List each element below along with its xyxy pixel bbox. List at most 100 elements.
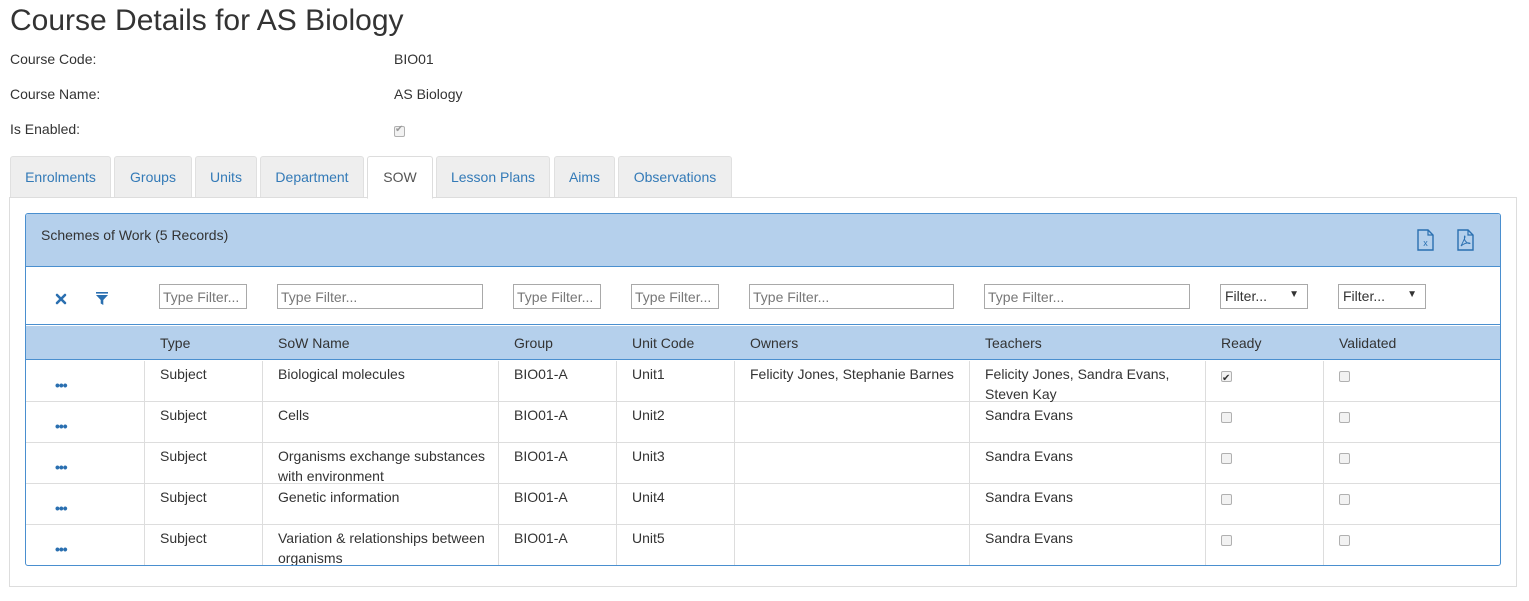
type-cell: Subject (144, 443, 262, 483)
unit-code-cell-text: Unit4 (632, 489, 665, 505)
caret-down-icon: ▼ (1289, 289, 1299, 300)
table-row: ••• Subject Variation & relationships betw… (26, 525, 1500, 565)
tab-groups[interactable]: Groups (114, 156, 192, 198)
is-enabled-label: Is Enabled: (10, 121, 81, 137)
table-row: ••• Subject Cells BIO01-A Unit2 Sandra Evans (26, 402, 1500, 443)
grid-header: Schemes of Work (5 Records) x (26, 214, 1500, 267)
ready-filter-select[interactable]: Filter... ▼ (1220, 284, 1308, 309)
validated-checkbox[interactable] (1339, 371, 1350, 383)
tab-units[interactable]: Units (195, 156, 257, 198)
clear-filter-icon[interactable] (55, 293, 67, 305)
type-cell: Subject (144, 484, 262, 524)
teachers-cell: Sandra Evans (969, 525, 1205, 565)
owners-cell (734, 525, 969, 565)
pdf-export-icon[interactable] (1455, 229, 1475, 251)
row-action-cell: ••• (26, 443, 145, 483)
teachers-cell: Sandra Evans (969, 443, 1205, 483)
type-cell-text: Subject (160, 407, 207, 423)
column-header-row: Type SoW Name Group Unit Code Owners Tea… (26, 326, 1500, 360)
excel-export-icon[interactable]: x (1415, 229, 1435, 251)
sow-name-filter-input[interactable] (277, 284, 483, 309)
group-filter-input[interactable] (513, 284, 601, 309)
is-enabled-checkbox (394, 122, 405, 138)
sow-name-cell: Variation & relationships between organi… (262, 525, 498, 565)
type-cell-text: Subject (160, 489, 207, 505)
ready-checkbox[interactable] (1221, 369, 1232, 389)
column-header-owners[interactable]: Owners (750, 335, 798, 351)
row-action-cell: ••• (26, 361, 145, 401)
ready-cell (1205, 443, 1323, 483)
sow-name-cell-text: Organisms exchange substances with envir… (278, 448, 485, 484)
table-row: ••• Subject Biological molecules BIO01-A Uni… (26, 361, 1500, 402)
validated-checkbox[interactable] (1339, 494, 1350, 506)
teachers-filter-input[interactable] (984, 284, 1190, 309)
row-action-cell: ••• (26, 484, 145, 524)
column-header-unit-code[interactable]: Unit Code (632, 335, 694, 351)
sow-name-cell: Cells (262, 402, 498, 442)
tab-observations[interactable]: Observations (618, 156, 732, 198)
validated-checkbox[interactable] (1339, 453, 1350, 465)
sow-name-cell: Biological molecules (262, 361, 498, 401)
row-actions-ellipsis-icon[interactable]: ••• (55, 539, 68, 559)
row-actions-ellipsis-icon[interactable]: ••• (55, 375, 68, 395)
ready-checkbox[interactable] (1221, 453, 1232, 465)
ready-checkbox[interactable] (1221, 494, 1232, 506)
validated-checkbox[interactable] (1339, 535, 1350, 547)
unit-code-filter-input[interactable] (631, 284, 719, 309)
validated-filter-select[interactable]: Filter... ▼ (1338, 284, 1426, 309)
column-header-teachers[interactable]: Teachers (985, 335, 1042, 351)
group-cell: BIO01-A (498, 361, 616, 401)
caret-down-icon: ▼ (1407, 289, 1417, 300)
tab-bar: Enrolments Groups Units Department SOW L… (10, 156, 1517, 199)
ready-checkbox[interactable] (1221, 535, 1232, 547)
row-actions-ellipsis-icon[interactable]: ••• (55, 498, 68, 518)
column-header-group[interactable]: Group (514, 335, 553, 351)
group-cell-text: BIO01-A (514, 530, 568, 546)
unit-code-cell-text: Unit2 (632, 407, 665, 423)
validated-cell (1323, 443, 1500, 483)
type-cell: Subject (144, 402, 262, 442)
tab-department[interactable]: Department (260, 156, 364, 198)
course-name-label: Course Name: (10, 86, 101, 102)
funnel-icon[interactable] (95, 291, 109, 306)
validated-cell (1323, 484, 1500, 524)
validated-cell (1323, 402, 1500, 442)
unit-code-cell: Unit2 (616, 402, 734, 442)
owners-cell-text: Felicity Jones, Stephanie Barnes (750, 366, 954, 382)
column-header-ready[interactable]: Ready (1221, 335, 1261, 351)
ready-checkbox[interactable] (1221, 412, 1232, 424)
row-actions-ellipsis-icon[interactable]: ••• (55, 457, 68, 477)
table-row: ••• Subject Genetic information BIO01-A Unit… (26, 484, 1500, 525)
unit-code-cell-text: Unit5 (632, 530, 665, 546)
schemes-of-work-grid: Schemes of Work (5 Records) x Filter... … (25, 213, 1501, 566)
unit-code-cell-text: Unit3 (632, 448, 665, 464)
unit-code-cell: Unit4 (616, 484, 734, 524)
teachers-cell-text: Felicity Jones, Sandra Evans, Steven Kay (985, 366, 1170, 402)
type-filter-input[interactable] (159, 284, 247, 309)
ready-cell (1205, 525, 1323, 565)
column-header-type[interactable]: Type (160, 335, 190, 351)
column-header-sow-name[interactable]: SoW Name (278, 335, 350, 351)
grid-title: Schemes of Work (5 Records) (41, 227, 229, 243)
teachers-cell: Felicity Jones, Sandra Evans, Steven Kay (969, 361, 1205, 402)
owners-filter-input[interactable] (749, 284, 954, 309)
tab-sow[interactable]: SOW (367, 156, 433, 199)
unit-code-cell: Unit3 (616, 443, 734, 483)
course-code-value: BIO01 (394, 51, 434, 67)
type-cell: Subject (144, 361, 262, 401)
course-name-value: AS Biology (394, 86, 463, 102)
sow-name-cell: Genetic information (262, 484, 498, 524)
group-cell-text: BIO01-A (514, 489, 568, 505)
group-cell-text: BIO01-A (514, 366, 568, 382)
tab-lesson-plans[interactable]: Lesson Plans (436, 156, 550, 198)
tab-enrolments[interactable]: Enrolments (10, 156, 111, 198)
tab-aims[interactable]: Aims (554, 156, 615, 198)
row-actions-ellipsis-icon[interactable]: ••• (55, 416, 68, 436)
group-cell: BIO01-A (498, 443, 616, 483)
validated-checkbox[interactable] (1339, 412, 1350, 424)
teachers-cell-text: Sandra Evans (985, 448, 1073, 464)
column-header-validated[interactable]: Validated (1339, 335, 1396, 351)
validated-filter-value: Filter... (1343, 288, 1386, 304)
unit-code-cell: Unit1 (616, 361, 734, 401)
owners-cell (734, 484, 969, 524)
